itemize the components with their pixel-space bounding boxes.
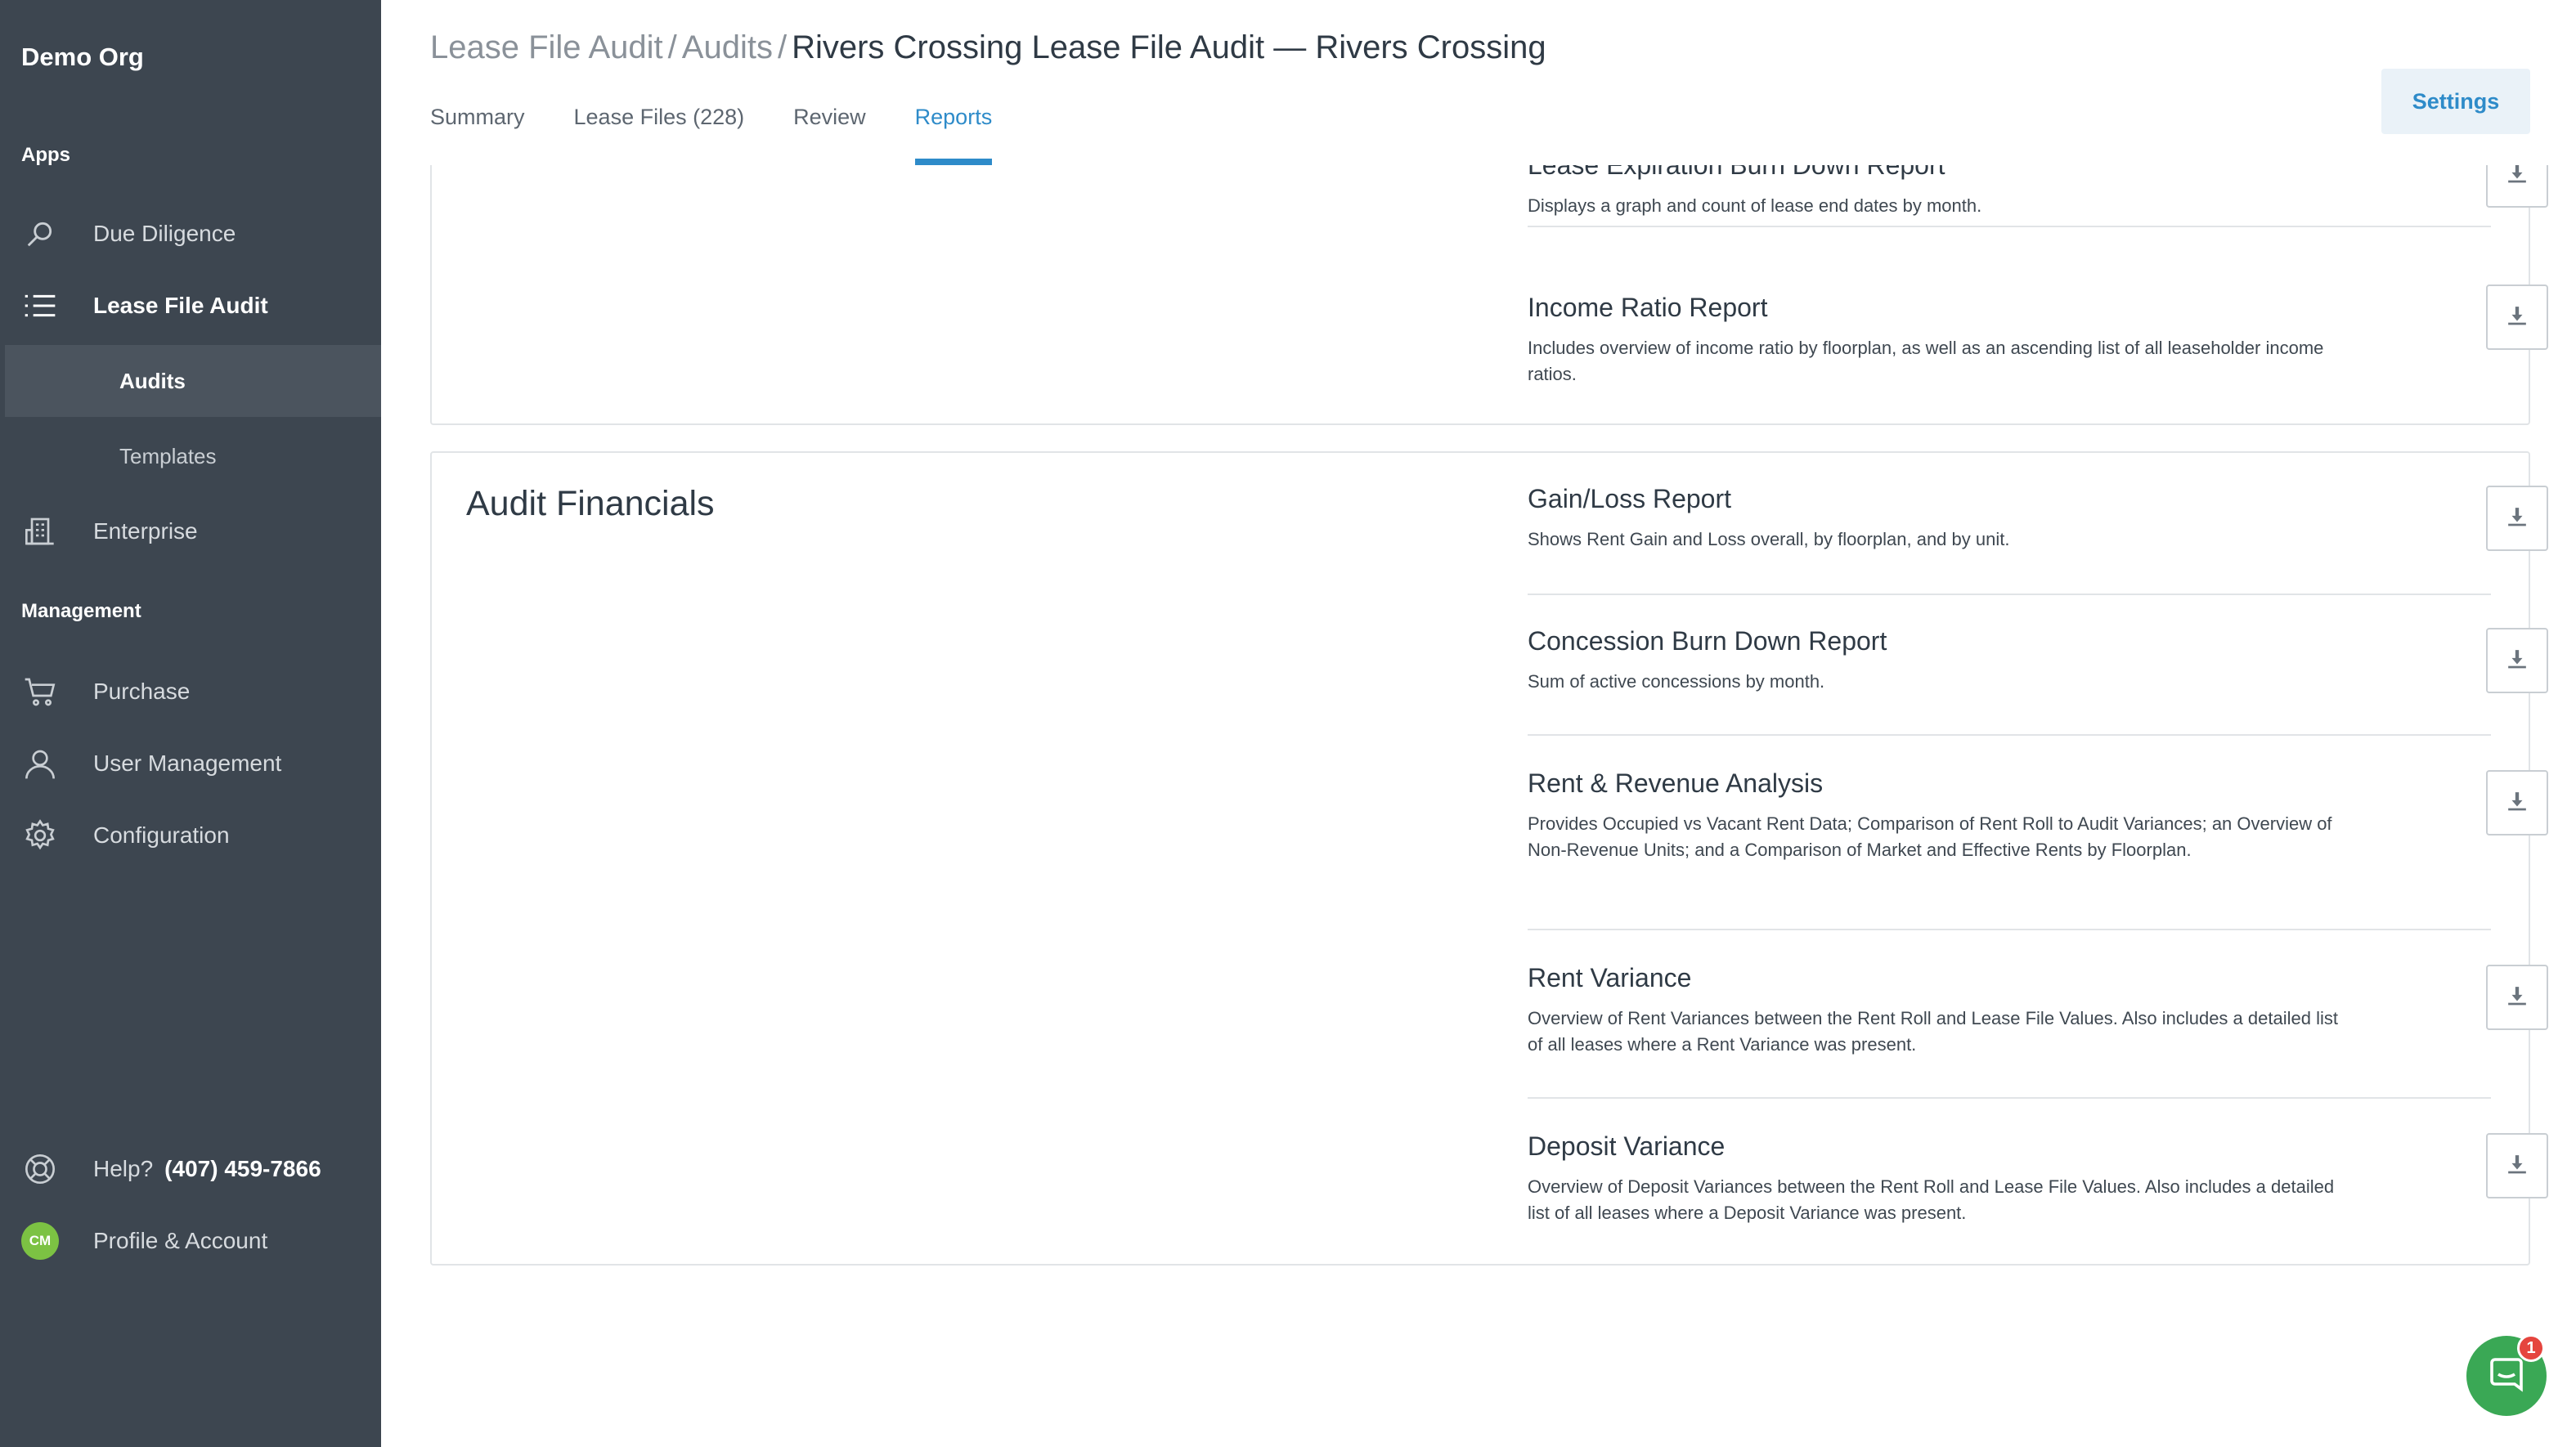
nav-label: Enterprise — [93, 518, 198, 544]
cart-icon — [21, 673, 59, 710]
download-icon — [2506, 648, 2528, 674]
apps-section-label: Apps — [21, 144, 70, 166]
nav-configuration[interactable]: Configuration — [0, 800, 381, 871]
sub-item-label: Audits — [119, 368, 186, 393]
report-section-card: Audit Financials Gain/Loss Report Shows … — [430, 451, 2548, 1266]
report-title: Rent Variance — [1528, 963, 1692, 992]
divider — [1528, 1097, 2491, 1099]
sub-item-audits[interactable]: Audits — [5, 345, 381, 417]
page-title: Rivers Crossing Lease File Audit — River… — [792, 29, 1546, 65]
chat-icon — [2487, 1355, 2526, 1398]
download-icon — [2506, 305, 2528, 330]
divider — [1528, 226, 2491, 227]
lifebuoy-icon — [21, 1150, 59, 1188]
breadcrumb-link-lease-file-audit[interactable]: Lease File Audit — [430, 29, 663, 65]
report-title: Income Ratio Report — [1528, 293, 1768, 322]
report-title: Gain/Loss Report — [1528, 484, 1732, 513]
sub-item-templates[interactable]: Templates — [5, 420, 381, 492]
notification-badge: 1 — [2517, 1334, 2545, 1362]
nav-label: Configuration — [93, 822, 230, 848]
report-description: Overview of Rent Variances between the R… — [1528, 1008, 2338, 1055]
tab-reports[interactable]: Reports — [914, 98, 992, 165]
nav-label: Purchase — [93, 679, 191, 704]
sub-item-label: Templates — [119, 443, 217, 468]
report-title: Rent & Revenue Analysis — [1528, 768, 1824, 798]
report-title: Concession Burn Down Report — [1528, 626, 1887, 656]
report-section-card: Lease Expiration Burn Down Report Displa… — [430, 165, 2548, 425]
download-button[interactable] — [2486, 1133, 2548, 1198]
help-label: Help? — [93, 1156, 154, 1181]
nav-label: Due Diligence — [93, 221, 236, 246]
report-description: Shows Rent Gain and Loss overall, by flo… — [1528, 529, 2010, 549]
nav-label: User Management — [93, 750, 282, 776]
nav-label: Profile & Account — [93, 1228, 268, 1253]
tab-lease-files[interactable]: Lease Files (228) — [574, 98, 745, 165]
tab-summary[interactable]: Summary — [430, 98, 525, 165]
nav-purchase[interactable]: Purchase — [0, 656, 381, 728]
download-icon — [2506, 506, 2528, 531]
tab-review[interactable]: Review — [793, 98, 866, 165]
download-icon — [2506, 791, 2528, 816]
download-icon — [2506, 985, 2528, 1010]
report-description: Includes overview of income ratio by flo… — [1528, 338, 2324, 384]
gear-icon — [21, 817, 59, 854]
avatar: CM — [21, 1222, 59, 1260]
download-button[interactable] — [2486, 486, 2548, 551]
section-title: Audit Financials — [466, 484, 715, 523]
help-text: Help? (407) 459-7866 — [93, 1156, 321, 1182]
list-icon — [21, 287, 59, 325]
report-description: Sum of active concessions by month. — [1528, 671, 1825, 692]
nav-enterprise[interactable]: Enterprise — [0, 495, 381, 567]
report-description: Displays a graph and count of lease end … — [1528, 195, 1982, 216]
help-phone[interactable]: (407) 459-7866 — [164, 1156, 321, 1181]
help-link[interactable]: Help? (407) 459-7866 — [0, 1133, 381, 1205]
breadcrumb: Lease File Audit / Audits / Rivers Crossing … — [430, 29, 1546, 66]
download-button[interactable] — [2486, 770, 2548, 835]
building-icon — [21, 513, 59, 550]
settings-button[interactable]: Settings — [2381, 69, 2530, 134]
tab-bar: Summary Lease Files (228) Review Reports — [430, 98, 1041, 165]
management-section-label: Management — [21, 600, 141, 622]
reports-content[interactable]: Lease Expiration Burn Down Report Displa… — [381, 165, 2576, 1447]
download-button[interactable] — [2486, 628, 2548, 693]
nav-user-management[interactable]: User Management — [0, 728, 381, 800]
report-description: Provides Occupied vs Vacant Rent Data; C… — [1528, 813, 2332, 860]
divider — [1528, 929, 2491, 930]
download-button[interactable] — [2486, 965, 2548, 1030]
search-icon — [21, 215, 59, 253]
breadcrumb-separator: / — [777, 29, 788, 65]
sidebar: Demo Org Apps Due Diligence Lease File A… — [0, 0, 381, 1447]
nav-due-diligence[interactable]: Due Diligence — [0, 198, 381, 270]
breadcrumb-link-audits[interactable]: Audits — [682, 29, 773, 65]
user-icon — [21, 745, 59, 782]
report-title: Lease Expiration Burn Down Report — [1528, 165, 1945, 180]
divider — [1528, 594, 2491, 595]
report-description: Overview of Deposit Variances between th… — [1528, 1176, 2335, 1223]
download-button[interactable] — [2486, 165, 2548, 208]
profile-link[interactable]: CM Profile & Account — [0, 1205, 381, 1277]
download-icon — [2506, 165, 2528, 188]
download-button[interactable] — [2486, 284, 2548, 350]
breadcrumb-separator: / — [667, 29, 677, 65]
org-name[interactable]: Demo Org — [21, 43, 144, 72]
nav-lease-file-audit[interactable]: Lease File Audit — [0, 270, 381, 342]
download-icon — [2506, 1154, 2528, 1179]
report-title: Deposit Variance — [1528, 1131, 1726, 1161]
nav-label: Lease File Audit — [93, 293, 268, 318]
divider — [1528, 734, 2491, 736]
